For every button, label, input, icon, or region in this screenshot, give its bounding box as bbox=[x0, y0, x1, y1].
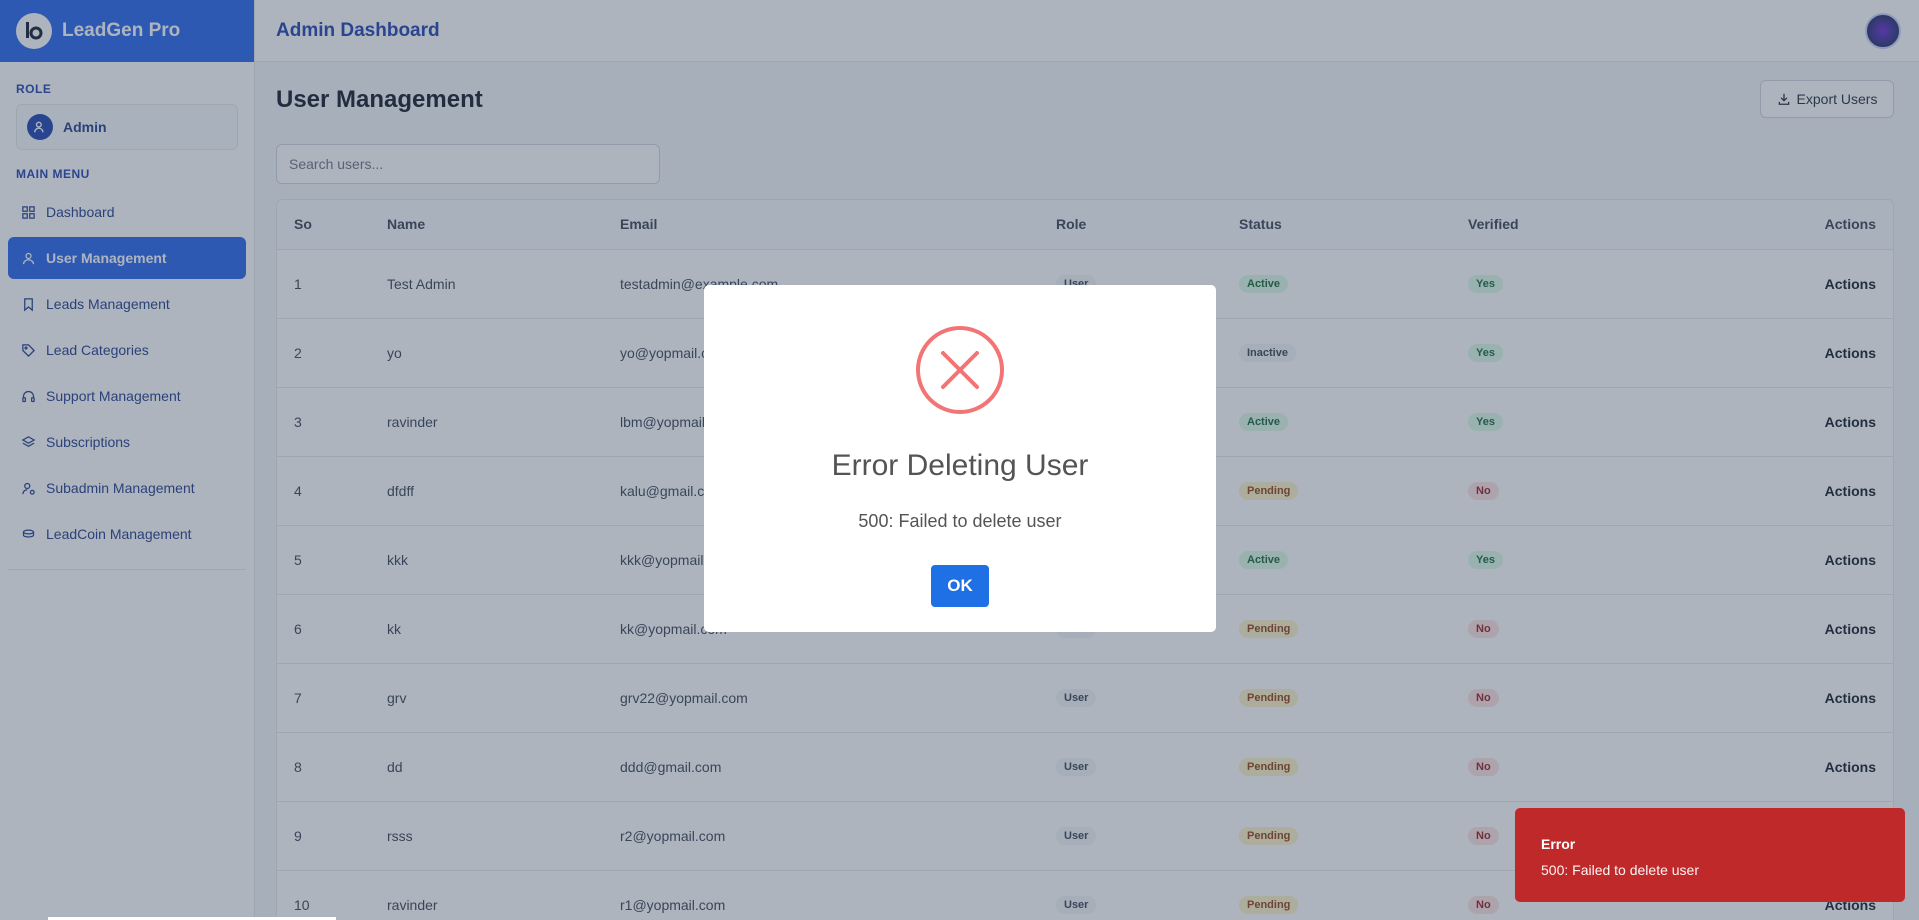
ok-button[interactable]: OK bbox=[931, 565, 989, 607]
toast-message: 500: Failed to delete user bbox=[1541, 862, 1699, 878]
error-x-icon bbox=[916, 326, 1004, 414]
toast-title: Error bbox=[1541, 836, 1576, 852]
error-dialog: Error Deleting User 500: Failed to delet… bbox=[704, 285, 1216, 632]
dialog-title: Error Deleting User bbox=[831, 449, 1089, 482]
dialog-message: 500: Failed to delete user bbox=[858, 511, 1062, 531]
error-toast[interactable]: Error 500: Failed to delete user bbox=[1515, 808, 1905, 902]
